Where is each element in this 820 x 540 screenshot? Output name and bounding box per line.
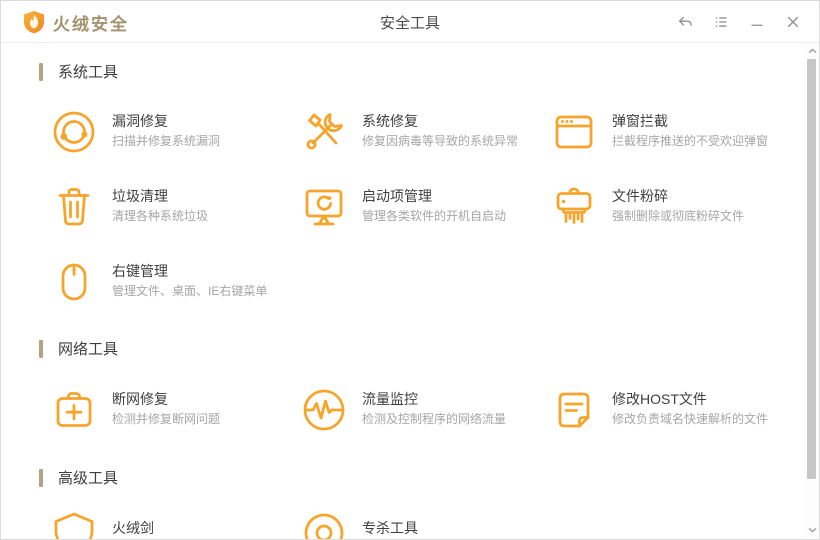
host-file-icon [558, 392, 590, 428]
close-button[interactable] [779, 8, 807, 36]
tool-item-popup-block[interactable]: 弹窗拦截 拦截程序推送的不受欢迎弹窗 [549, 107, 799, 157]
popup-block-icon [555, 115, 593, 149]
vulnerability-fix-icon [53, 111, 95, 153]
special-killer-icon [304, 513, 344, 539]
minimize-button[interactable] [743, 8, 771, 36]
tool-item-huorong-sword[interactable]: 火绒剑 [49, 507, 299, 539]
tool-name: 启动项管理 [362, 188, 432, 204]
section-header-network-tools: 网络工具 [39, 338, 805, 359]
tool-name: 右键管理 [112, 263, 168, 279]
tool-name: 修改HOST文件 [612, 391, 707, 407]
huorong-sword-icon [54, 512, 94, 539]
minimize-icon [751, 24, 763, 26]
section-header-advanced-tools: 高级工具 [39, 467, 805, 488]
file-shredder-icon [556, 187, 592, 224]
section-label: 网络工具 [58, 341, 119, 358]
traffic-monitor-icon [303, 389, 345, 431]
tool-name: 专杀工具 [362, 519, 418, 536]
menu-button[interactable] [707, 8, 735, 36]
tool-desc: 管理各类软件的开机自启动 [362, 209, 507, 223]
tool-item-vulnerability-fix[interactable]: 漏洞修复 扫描并修复系统漏洞 [49, 107, 299, 157]
tool-item-system-repair[interactable]: 系统修复 修复因病毒等导致的系统异常 [299, 107, 549, 157]
back-button[interactable] [671, 8, 699, 36]
tool-item-traffic-monitor[interactable]: 流量监控 检测及控制程序的网络流量 [299, 385, 549, 435]
back-icon [679, 16, 692, 26]
tool-name: 弹窗拦截 [612, 113, 668, 129]
tool-desc: 修改负责域名快速解析的文件 [612, 412, 769, 426]
menu-icon [715, 17, 727, 27]
context-menu-icon [61, 263, 87, 301]
tool-desc: 管理文件、桌面、IE右键菜单 [112, 284, 268, 298]
section-accent-bar [39, 339, 43, 358]
section-accent-bar [39, 468, 43, 487]
tool-item-junk-clean[interactable]: 垃圾清理 清理各种系统垃圾 [49, 182, 299, 232]
tool-name: 断网修复 [112, 391, 168, 407]
section-label: 系统工具 [58, 64, 119, 81]
advanced-tools-grid: 火绒剑 专杀工具 [49, 507, 805, 539]
tool-name: 文件粉碎 [612, 188, 668, 204]
system-repair-icon [306, 113, 343, 150]
network-tools-grid: 断网修复 检测并修复断网问题 流量监控 检测及控制程序的网络流量 修改HOST文… [49, 385, 805, 435]
tool-item-host-file[interactable]: 修改HOST文件 修改负责域名快速解析的文件 [549, 385, 799, 435]
tool-desc: 检测并修复断网问题 [112, 412, 221, 426]
section-header-system-tools: 系统工具 [39, 61, 805, 82]
tool-desc: 强制删除或彻底粉碎文件 [612, 209, 745, 223]
section-label: 高级工具 [58, 470, 119, 487]
scrollbar-thumb[interactable] [807, 59, 816, 479]
scroll-up-arrow-icon[interactable] [805, 44, 819, 58]
vertical-scrollbar [805, 44, 819, 539]
tool-name: 垃圾清理 [112, 188, 168, 204]
startup-manager-icon [305, 189, 343, 226]
tool-name: 系统修复 [362, 113, 418, 129]
window-controls [671, 1, 807, 43]
system-tools-grid: 漏洞修复 扫描并修复系统漏洞 系统修复 修复因病毒等导致的系统异常 弹窗拦截 拦… [49, 107, 805, 307]
tool-desc: 修复因病毒等导致的系统异常 [362, 134, 519, 148]
network-repair-icon [56, 392, 92, 427]
section-accent-bar [39, 62, 43, 81]
tool-name: 火绒剑 [112, 519, 154, 536]
tool-item-startup-manager[interactable]: 启动项管理 管理各类软件的开机自启动 [299, 182, 549, 232]
tool-desc: 拦截程序推送的不受欢迎弹窗 [612, 134, 769, 148]
close-icon [787, 16, 799, 28]
tool-desc: 清理各种系统垃圾 [112, 209, 209, 223]
tools-page: 系统工具 漏洞修复 扫描并修复系统漏洞 系统修复 修复因病毒等导致的系统异常 弹… [1, 44, 805, 539]
tool-desc: 扫描并修复系统漏洞 [112, 134, 221, 148]
tool-item-network-repair[interactable]: 断网修复 检测并修复断网问题 [49, 385, 299, 435]
tool-item-file-shredder[interactable]: 文件粉碎 强制删除或彻底粉碎文件 [549, 182, 799, 232]
junk-clean-icon [58, 188, 90, 226]
tool-item-context-menu[interactable]: 右键管理 管理文件、桌面、IE右键菜单 [49, 257, 299, 307]
tool-name: 漏洞修复 [112, 113, 168, 129]
scroll-down-arrow-icon[interactable] [805, 523, 819, 537]
app-window: 火绒安全 安全工具 系统工具 漏洞修复 扫描并修复系统漏洞 系统修复 修复因病毒… [0, 0, 820, 540]
tool-desc: 检测及控制程序的网络流量 [362, 412, 507, 426]
tool-item-special-killer[interactable]: 专杀工具 [299, 507, 549, 539]
titlebar: 火绒安全 安全工具 [1, 1, 819, 43]
tool-name: 流量监控 [362, 391, 418, 407]
